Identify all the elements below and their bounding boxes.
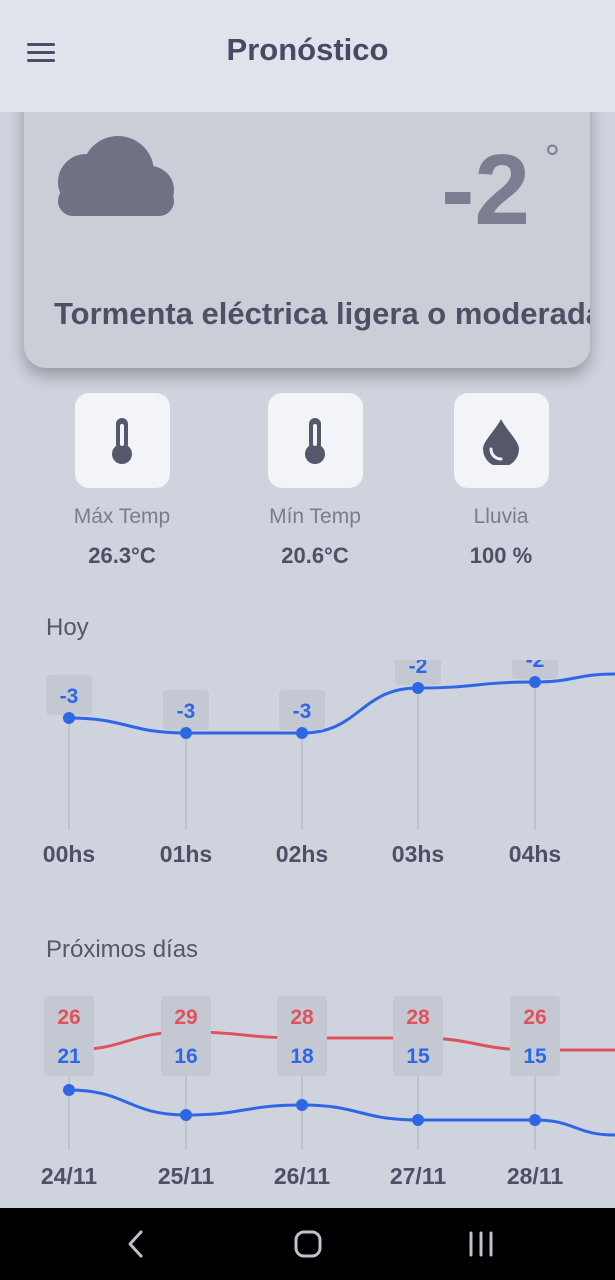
stat-min-temp: Mín Temp 20.6°C xyxy=(225,393,405,569)
hourly-temp-point[interactable] xyxy=(296,727,308,739)
thermometer-icon xyxy=(305,417,325,464)
daily-min-label: 16 xyxy=(174,1045,197,1068)
daily-date-label: 28/11 xyxy=(507,1163,563,1189)
daily-date-label: 25/11 xyxy=(158,1163,214,1189)
weather-condition: Tormenta eléctrica ligera o moderada xyxy=(54,296,590,331)
back-icon[interactable] xyxy=(124,1228,148,1260)
daily-min-label: 21 xyxy=(57,1045,81,1068)
hourly-time-label: 03hs xyxy=(392,841,444,867)
daily-min-label: 15 xyxy=(406,1045,430,1068)
daily-min-point[interactable] xyxy=(63,1084,75,1096)
daily-min-point[interactable] xyxy=(296,1099,308,1111)
stat-rain: Lluvia 100 % xyxy=(411,393,591,569)
daily-date-label: 26/11 xyxy=(274,1163,330,1189)
hourly-time-label: 01hs xyxy=(160,841,212,867)
app-bar: Pronóstico xyxy=(0,0,615,112)
daily-min-label: 15 xyxy=(523,1045,547,1068)
daily-date-label: 24/11 xyxy=(41,1163,97,1189)
current-temperature: -2 xyxy=(441,134,530,246)
hourly-temp-label: -3 xyxy=(60,685,79,708)
daily-max-label: 28 xyxy=(406,1006,430,1029)
hourly-temp-label: -2 xyxy=(526,660,545,672)
recents-icon[interactable] xyxy=(466,1228,496,1260)
daily-min-point[interactable] xyxy=(412,1114,424,1126)
stat-max-temp: Máx Temp 26.3°C xyxy=(32,393,212,569)
hourly-temp-point[interactable] xyxy=(412,682,424,694)
daily-max-label: 29 xyxy=(174,1006,197,1029)
daily-max-label: 28 xyxy=(290,1006,314,1029)
daily-min-point[interactable] xyxy=(529,1114,541,1126)
rain-icon-box xyxy=(453,393,549,488)
hourly-temp-point[interactable] xyxy=(63,712,75,724)
hourly-temp-point[interactable] xyxy=(529,676,541,688)
daily-max-label: 26 xyxy=(523,1006,546,1029)
hourly-time-label: 00hs xyxy=(43,841,95,867)
daily-max-label: 26 xyxy=(57,1006,80,1029)
home-icon[interactable] xyxy=(292,1228,324,1260)
thermometer-icon xyxy=(112,417,132,464)
stat-value: 100 % xyxy=(469,543,533,568)
min-temp-icon-box xyxy=(267,393,363,488)
hourly-temp-label: -3 xyxy=(177,700,196,723)
droplet-icon xyxy=(483,418,519,465)
daily-date-label: 27/11 xyxy=(390,1163,446,1189)
hourly-time-label: 04hs xyxy=(509,841,561,867)
cloud-icon xyxy=(58,136,174,216)
hourly-temp-point[interactable] xyxy=(180,727,192,739)
hourly-temp-label: -2 xyxy=(409,660,428,678)
daily-title: Próximos días xyxy=(46,936,199,963)
daily-min-line xyxy=(68,1088,615,1137)
system-nav-bar xyxy=(0,1208,615,1280)
hourly-temp-label: -3 xyxy=(293,700,312,723)
stat-label: Lluvia xyxy=(473,505,529,528)
hourly-time-label: 02hs xyxy=(276,841,328,867)
daily-min-point[interactable] xyxy=(180,1109,192,1121)
daily-chart[interactable]: 26 21 24/11 29 16 25/11 28 18 26/11 28 15 27/11 26 15… xyxy=(0,990,615,1200)
max-temp-icon-box xyxy=(74,393,170,488)
current-weather-card: -2 ° Tormenta eléctrica ligera o moderad… xyxy=(24,80,590,368)
stat-value: 26.3°C xyxy=(88,543,156,568)
hourly-title: Hoy xyxy=(46,614,89,641)
degree-symbol: ° xyxy=(544,138,560,180)
hourly-chart[interactable]: -3 00hs -3 01hs -3 02hs -2 03hs -2 04hs xyxy=(0,660,615,890)
stat-label: Mín Temp xyxy=(269,505,361,528)
daily-min-label: 18 xyxy=(290,1045,314,1068)
stat-value: 20.6°C xyxy=(281,543,349,568)
page-title: Pronóstico xyxy=(226,32,389,67)
stat-label: Máx Temp xyxy=(73,505,171,528)
